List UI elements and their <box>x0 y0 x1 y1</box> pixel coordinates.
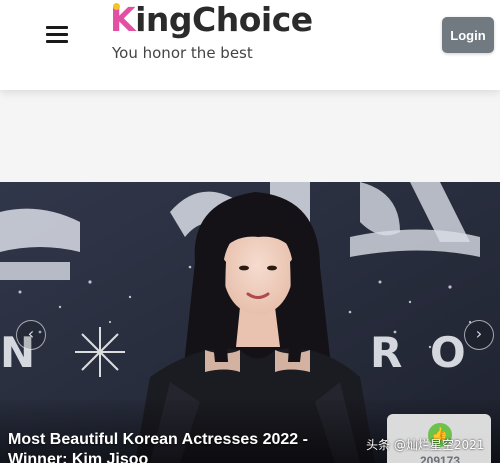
carousel-prev-button[interactable]: ‹ <box>16 320 46 350</box>
login-button[interactable]: Login <box>442 17 494 53</box>
chevron-right-icon: › <box>475 324 483 343</box>
chevron-left-icon: ‹ <box>27 324 35 343</box>
site-logo[interactable]: KingChoice <box>110 0 313 42</box>
hamburger-menu-icon[interactable] <box>44 24 72 48</box>
carousel-next-button[interactable]: › <box>464 320 494 350</box>
slide-caption[interactable]: Most Beautiful Korean Actresses 2022 - W… <box>8 430 368 463</box>
content-spacer <box>0 90 500 182</box>
watermark-text: 头条 @灿烂星空2021 <box>366 438 485 452</box>
svg-text:R: R <box>370 328 402 377</box>
vote-count: 209173 <box>419 454 461 463</box>
site-header: KingChoice You honor the best Login <box>0 0 500 90</box>
site-tagline: You honor the best <box>112 44 253 62</box>
svg-text:O: O <box>430 328 466 377</box>
